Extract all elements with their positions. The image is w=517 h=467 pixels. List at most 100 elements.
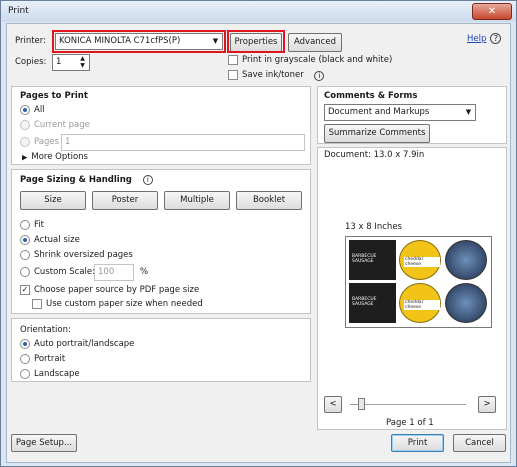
dialog-body: Printer: KONICA MINOLTA C71cfPS(P) ▼ Pro… [6, 23, 511, 463]
print-button[interactable]: Print [391, 434, 444, 452]
printer-label: Printer: [15, 36, 46, 46]
auto-orientation-label: Auto portrait/landscape [34, 339, 135, 349]
label-round-2: cheddar cheese [399, 283, 441, 323]
all-radio[interactable] [20, 105, 30, 115]
next-page-button[interactable]: > [478, 396, 496, 413]
copies-value: 1 [56, 57, 62, 67]
landscape-radio[interactable] [20, 369, 30, 379]
shrink-radio[interactable] [20, 250, 30, 260]
info-icon[interactable]: i [314, 70, 325, 81]
landscape-label: Landscape [34, 369, 80, 379]
copies-label: Copies: [15, 57, 47, 67]
save-ink-checkbox[interactable] [228, 70, 238, 80]
expand-triangle-icon[interactable]: ▶ [22, 154, 27, 162]
orientation-panel: Orientation: Auto portrait/landscape Por… [11, 318, 311, 382]
page-thumbnail: BARBECUE SAUSAGE BARBECUE SAUSAGE chedda… [345, 236, 492, 328]
sizing-info-icon[interactable]: i [142, 175, 153, 185]
label-round-text-1: cheddar cheese [404, 257, 440, 267]
chevron-down-icon: ▼ [465, 108, 472, 116]
summarize-comments-button[interactable]: Summarize Comments [324, 124, 430, 143]
pages-current-option[interactable]: Current page [20, 120, 90, 131]
custom-scale-value: 100 [98, 267, 115, 277]
auto-orientation-radio[interactable] [20, 339, 30, 349]
more-options-label: More Options [31, 152, 88, 162]
grayscale-label: Print in grayscale (black and white) [242, 55, 393, 65]
page-setup-button[interactable]: Page Setup... [11, 434, 77, 452]
help-link-wrap[interactable]: Help? [467, 33, 502, 44]
comments-forms-panel: Comments & Forms Document and Markups ▼ … [317, 86, 507, 144]
cancel-button[interactable]: Cancel [453, 434, 506, 452]
custom-paper-option[interactable]: Use custom paper size when needed [32, 299, 203, 310]
shrink-option[interactable]: Shrink oversized pages [20, 250, 133, 261]
pages-range-option[interactable]: Pages [20, 137, 59, 148]
grayscale-checkbox[interactable] [228, 55, 238, 65]
actual-size-label: Actual size [34, 235, 80, 245]
document-size: Document: 13.0 x 7.9in [324, 150, 425, 160]
current-label: Current page [34, 120, 90, 130]
actual-size-option[interactable]: Actual size [20, 235, 80, 246]
landscape-option[interactable]: Landscape [20, 369, 80, 380]
sizing-heading: Page Sizing & Handling i [20, 175, 153, 185]
fit-option[interactable]: Fit [20, 220, 44, 231]
pages-range-value: 1 [65, 137, 71, 147]
choose-source-option[interactable]: ✓ Choose paper source by PDF page size [20, 285, 199, 296]
comments-value: Document and Markups [328, 107, 430, 117]
pages-range-input[interactable]: 1 [61, 134, 305, 151]
more-options-toggle[interactable]: ▶ More Options [22, 152, 88, 163]
label-round-1: cheddar cheese [399, 240, 441, 280]
help-link[interactable]: Help [467, 34, 486, 44]
stepper-icon[interactable]: ▲ ▼ [76, 55, 89, 70]
choose-source-label: Choose paper source by PDF page size [34, 285, 200, 295]
sizing-heading-text: Page Sizing & Handling [20, 175, 132, 185]
auto-orientation-option[interactable]: Auto portrait/landscape [20, 339, 134, 350]
page-slider-track[interactable] [350, 404, 466, 405]
comments-select[interactable]: Document and Markups ▼ [324, 104, 476, 121]
tab-booklet[interactable]: Booklet [236, 191, 302, 210]
window-title: Print [8, 6, 29, 16]
copies-input[interactable]: 1 ▲ ▼ [52, 54, 90, 71]
page-sizing-panel: Page Sizing & Handling i Size Poster Mul… [11, 169, 311, 314]
save-ink-option[interactable]: Save ink/toner i [228, 70, 325, 81]
custom-scale-label: Custom Scale: [34, 267, 95, 277]
portrait-option[interactable]: Portrait [20, 354, 65, 365]
label-photo-1 [445, 240, 487, 280]
custom-scale-option[interactable]: Custom Scale: [20, 267, 95, 278]
tab-size[interactable]: Size [20, 191, 86, 210]
fit-label: Fit [34, 220, 44, 230]
custom-scale-radio[interactable] [20, 267, 30, 277]
pages-heading: Pages to Print [20, 91, 88, 101]
page-slider-thumb[interactable] [358, 398, 365, 410]
title-bar: Print ✕ [1, 1, 516, 22]
portrait-label: Portrait [34, 354, 66, 364]
current-radio[interactable] [20, 120, 30, 130]
tab-multiple[interactable]: Multiple [164, 191, 230, 210]
save-ink-label: Save ink/toner [242, 70, 304, 80]
properties-highlight [227, 30, 285, 53]
print-dialog: Print ✕ Printer: KONICA MINOLTA C71cfPS(… [0, 0, 517, 467]
advanced-button[interactable]: Advanced [288, 33, 342, 52]
choose-source-checkbox[interactable]: ✓ [20, 285, 30, 295]
label-dark-1: BARBECUE SAUSAGE [349, 240, 396, 280]
portrait-radio[interactable] [20, 354, 30, 364]
page-indicator: Page 1 of 1 [386, 418, 434, 428]
custom-scale-input[interactable]: 100 [94, 264, 134, 281]
fit-radio[interactable] [20, 220, 30, 230]
help-icon[interactable]: ? [490, 33, 502, 44]
label-round-text-2: cheddar cheese [404, 300, 440, 310]
pages-radio[interactable] [20, 137, 30, 147]
grayscale-option[interactable]: Print in grayscale (black and white) [228, 55, 392, 66]
shrink-label: Shrink oversized pages [34, 250, 133, 260]
label-dark-2: BARBECUE SAUSAGE [349, 283, 396, 323]
comments-heading: Comments & Forms [324, 91, 418, 101]
custom-scale-unit: % [140, 267, 149, 277]
prev-page-button[interactable]: < [324, 396, 342, 413]
pages-all-option[interactable]: All [20, 105, 45, 116]
tab-poster[interactable]: Poster [92, 191, 158, 210]
label-text-2: BARBECUE SAUSAGE [352, 297, 377, 307]
printer-highlight [52, 30, 226, 53]
custom-paper-checkbox[interactable] [32, 299, 42, 309]
orientation-heading: Orientation: [20, 325, 71, 335]
close-button[interactable]: ✕ [472, 3, 512, 20]
actual-size-radio[interactable] [20, 235, 30, 245]
label-text-1: BARBECUE SAUSAGE [352, 254, 377, 264]
